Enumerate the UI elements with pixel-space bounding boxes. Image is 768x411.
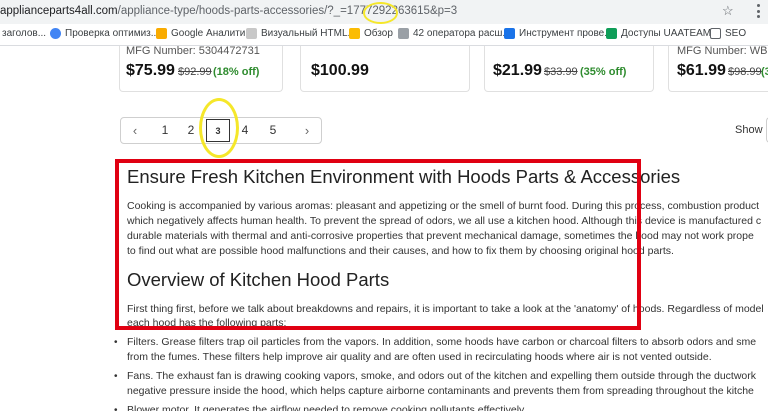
sheets-icon (606, 28, 617, 39)
old-price: $92.99 (178, 66, 212, 78)
next-page-button[interactable]: › (297, 118, 317, 143)
list-item-line: from the fumes. These filters help impro… (127, 351, 712, 363)
discount: (18% off) (213, 66, 260, 78)
list-item-line: Blower motor. It generates the airflow n… (127, 404, 527, 411)
list-item: • Blower motor. It generates the airflow… (114, 403, 527, 411)
discount: (35% off) (580, 66, 627, 78)
bookmark-item[interactable]: Проверка оптимиз... (50, 28, 159, 39)
mfg-number: MFG Number: 5304472731 (126, 45, 260, 57)
discount: (3 (761, 66, 768, 78)
bookmark-item[interactable]: SEO (710, 28, 746, 39)
bookmark-item[interactable]: Инструмент прове... (504, 28, 613, 39)
page-icon (246, 28, 257, 39)
price: $21.99 (493, 62, 542, 79)
mfg-number: MFG Number: WB23 (677, 45, 768, 57)
price: $100.99 (311, 62, 369, 79)
product-card[interactable]: MFG Number: 5304472731 $75.99 $92.99 (18… (119, 45, 283, 92)
page-2-button[interactable]: 2 (181, 118, 201, 143)
bookmark-item[interactable]: Обзор (349, 28, 393, 39)
product-card[interactable]: MFG Number: WB23 $61.99 $98.99 (3 (668, 45, 768, 92)
chart-icon (349, 28, 360, 39)
list-item-line: Fans. The exhaust fan is drawing cooking… (127, 370, 757, 382)
old-price: $33.99 (544, 66, 578, 78)
bookmark-item[interactable]: Google Аналитика (156, 28, 256, 39)
tool-icon (504, 28, 515, 39)
prev-page-button[interactable]: ‹ (125, 118, 145, 143)
list-item: • Fans. The exhaust fan is drawing cooki… (114, 369, 757, 399)
bookmark-item[interactable]: Доступы UAATEAM... (606, 28, 719, 39)
page-1-button[interactable]: 1 (155, 118, 175, 143)
price: $61.99 (677, 62, 726, 79)
url-query: &p=3 (429, 5, 458, 17)
bullet-dot: • (114, 337, 118, 348)
bullet-dot: • (114, 371, 118, 382)
bookmarks-bar: заголов... Проверка оптимиз... Google Ан… (0, 24, 768, 46)
menu-dots-icon[interactable] (752, 4, 764, 18)
bullet-dot: • (114, 405, 118, 411)
product-card[interactable]: $21.99 $33.99 (35% off) (484, 46, 654, 92)
url-host: applianceparts4all.com (0, 5, 118, 17)
show-label: Show (735, 124, 763, 136)
annotation-red-box (115, 159, 641, 330)
list-item-line: negative pressure inside the hood, which… (127, 385, 754, 397)
list-item: • Filters. Grease filters trap oil parti… (114, 335, 757, 365)
price: $75.99 (126, 62, 175, 79)
bookmark-item[interactable]: заголов... (2, 28, 46, 39)
chrome-icon (50, 28, 61, 39)
product-strip: MFG Number: 5304472731 $75.99 $92.99 (18… (0, 45, 768, 94)
list-item-line: Filters. Grease filters trap oil particl… (127, 336, 757, 348)
product-card[interactable]: $100.99 (300, 46, 470, 92)
page-icon (398, 28, 409, 39)
page-5-button[interactable]: 5 (263, 118, 283, 143)
url-highlight-ellipse (363, 2, 398, 24)
page-highlight-ellipse (199, 98, 239, 158)
old-price: $98.99 (728, 66, 762, 78)
folder-icon (710, 28, 721, 39)
analytics-icon (156, 28, 167, 39)
bookmark-item[interactable]: Визуальный HTML... (246, 28, 356, 39)
bookmark-item[interactable]: 42 оператора расш... (398, 28, 511, 39)
bookmark-star-icon[interactable]: ☆ (722, 3, 734, 19)
